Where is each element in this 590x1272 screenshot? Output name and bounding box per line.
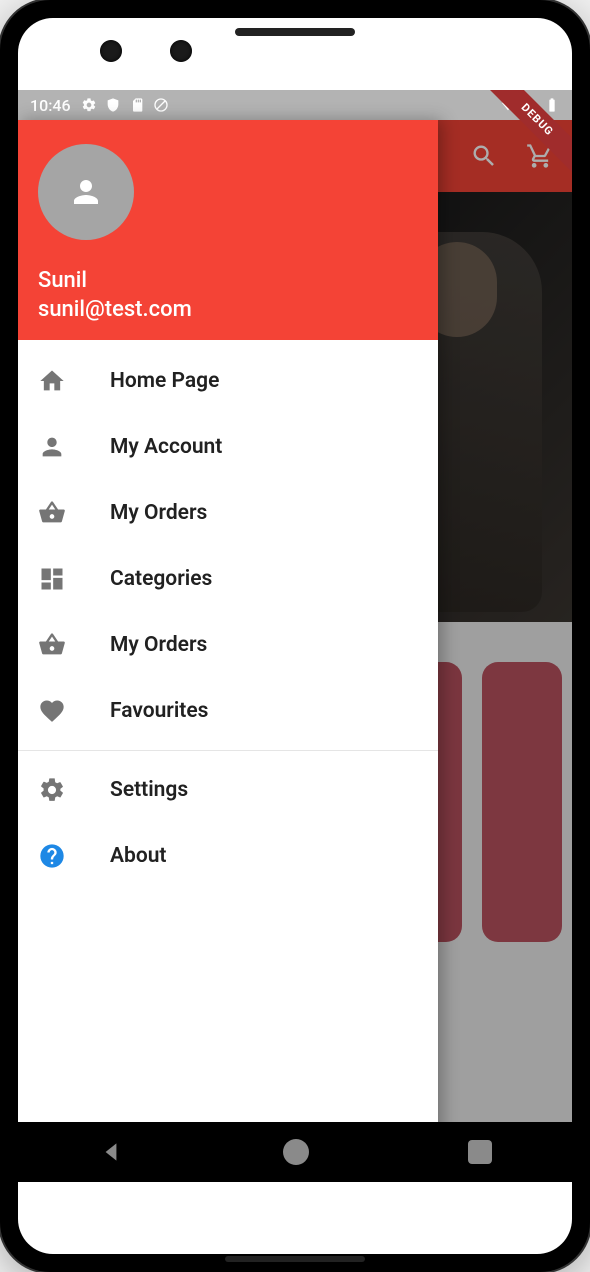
basket-icon xyxy=(38,499,66,527)
user-name: Sunil xyxy=(38,268,418,293)
user-email: sunil@test.com xyxy=(38,297,418,322)
phone-camera-right xyxy=(170,40,192,62)
drawer-item-label: My Orders xyxy=(110,633,207,657)
avatar[interactable] xyxy=(38,144,134,240)
android-nav-bar xyxy=(18,1122,572,1182)
nav-home-button[interactable] xyxy=(283,1139,309,1165)
phone-speaker-top xyxy=(235,28,355,36)
drawer-item-categories[interactable]: Categories xyxy=(18,546,438,612)
gear-icon xyxy=(38,776,66,804)
nav-recents-button[interactable] xyxy=(468,1140,492,1164)
drawer-item-account[interactable]: My Account xyxy=(18,414,438,480)
drawer-item-label: Settings xyxy=(110,778,188,802)
screen: 10:46 DEBUG xyxy=(18,90,572,1182)
drawer-item-label: Home Page xyxy=(110,369,219,393)
drawer-item-label: My Orders xyxy=(110,501,207,525)
drawer-item-settings[interactable]: Settings xyxy=(18,757,438,823)
sd-icon xyxy=(129,97,145,113)
dashboard-icon xyxy=(38,565,66,593)
home-icon xyxy=(38,367,66,395)
shield-icon xyxy=(105,97,121,113)
no-icon xyxy=(153,97,169,113)
drawer-item-label: Favourites xyxy=(110,699,208,723)
status-time: 10:46 xyxy=(30,96,71,115)
debug-banner: DEBUG xyxy=(482,90,572,180)
help-icon xyxy=(38,842,66,870)
phone-speaker-bottom xyxy=(225,1256,365,1262)
nav-back-button[interactable] xyxy=(98,1139,124,1165)
basket-icon xyxy=(38,631,66,659)
navigation-drawer: Sunil sunil@test.com Home Page My Accoun… xyxy=(18,120,438,1182)
drawer-item-label: About xyxy=(110,844,167,868)
phone-frame: 10:46 DEBUG xyxy=(0,0,590,1272)
status-icons-left xyxy=(81,97,169,113)
debug-banner-label: DEBUG xyxy=(483,90,572,174)
drawer-divider xyxy=(18,750,438,751)
drawer-item-home[interactable]: Home Page xyxy=(18,348,438,414)
heart-icon xyxy=(38,697,66,725)
drawer-header: Sunil sunil@test.com xyxy=(18,120,438,340)
gear-icon xyxy=(81,97,97,113)
person-icon xyxy=(38,433,66,461)
drawer-item-label: My Account xyxy=(110,435,222,459)
phone-camera-left xyxy=(100,40,122,62)
person-icon xyxy=(68,174,104,210)
drawer-item-orders[interactable]: My Orders xyxy=(18,480,438,546)
drawer-item-favourites[interactable]: Favourites xyxy=(18,678,438,744)
drawer-item-about[interactable]: About xyxy=(18,823,438,889)
drawer-item-label: Categories xyxy=(110,567,212,591)
drawer-item-orders-2[interactable]: My Orders xyxy=(18,612,438,678)
phone-inner: 10:46 DEBUG xyxy=(18,18,572,1254)
drawer-list: Home Page My Account My Orders Categorie… xyxy=(18,340,438,1182)
